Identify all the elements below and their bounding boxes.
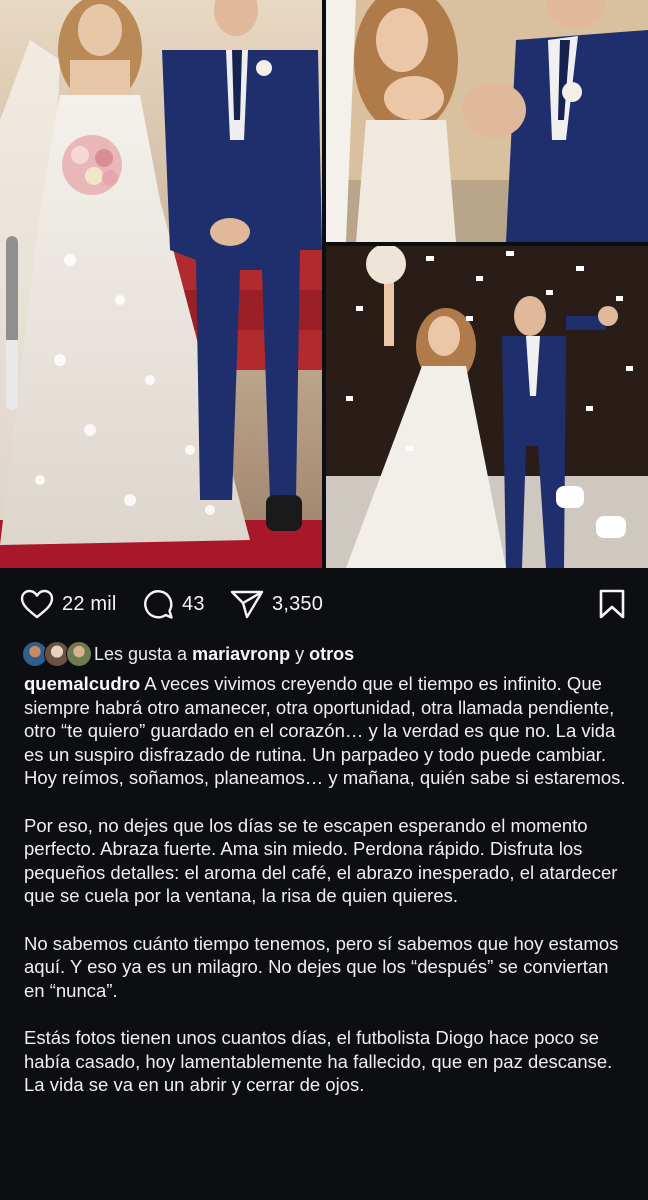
avatar <box>66 641 92 667</box>
liked-by-prefix: Les gusta a <box>94 643 193 664</box>
post-caption: quemalcudro A veces vivimos creyendo que… <box>24 672 628 1120</box>
photo-couple-at-altar[interactable] <box>0 0 322 568</box>
like-count: 22 mil <box>62 592 117 615</box>
heart-icon <box>20 589 54 619</box>
post-image-collage[interactable] <box>0 0 648 568</box>
caption-paragraph: Estás fotos tienen unos cuantos días, el… <box>24 1026 613 1096</box>
save-button[interactable] <box>598 582 626 626</box>
carousel-scroll-indicator <box>6 236 18 410</box>
caption-paragraph: Por eso, no dejes que los días se te esc… <box>24 814 618 907</box>
liked-by-others[interactable]: otros <box>309 644 354 664</box>
carousel-scroll-thumb <box>6 236 18 340</box>
liked-by-text: Les gusta a mariavronp y otros <box>94 644 354 665</box>
photo-couple-showing-rings[interactable] <box>326 0 648 242</box>
comment-bubble-icon <box>142 588 174 620</box>
share-button[interactable]: 3,350 <box>230 582 323 626</box>
caption-paragraph: quemalcudro A veces vivimos creyendo que… <box>24 672 628 790</box>
like-button[interactable]: 22 mil <box>20 582 117 626</box>
caption-paragraph: No sabemos cuánto tiempo tenemos, pero s… <box>24 932 619 1001</box>
comment-button[interactable]: 43 <box>142 582 205 626</box>
liked-by-username[interactable]: mariavronp <box>192 644 290 664</box>
caption-username[interactable]: quemalcudro <box>24 673 140 694</box>
share-count: 3,350 <box>272 592 324 615</box>
liked-by-connector: y <box>290 643 310 664</box>
photo-couple-confetti-exit[interactable] <box>326 246 648 568</box>
liked-by-row[interactable]: Les gusta a mariavronp y otros <box>22 640 354 668</box>
bookmark-icon <box>598 589 626 619</box>
liker-avatars <box>22 641 92 667</box>
post-action-bar: 22 mil 43 3,350 <box>0 582 648 626</box>
send-paper-plane-icon <box>230 589 264 619</box>
comment-count: 43 <box>182 592 205 615</box>
